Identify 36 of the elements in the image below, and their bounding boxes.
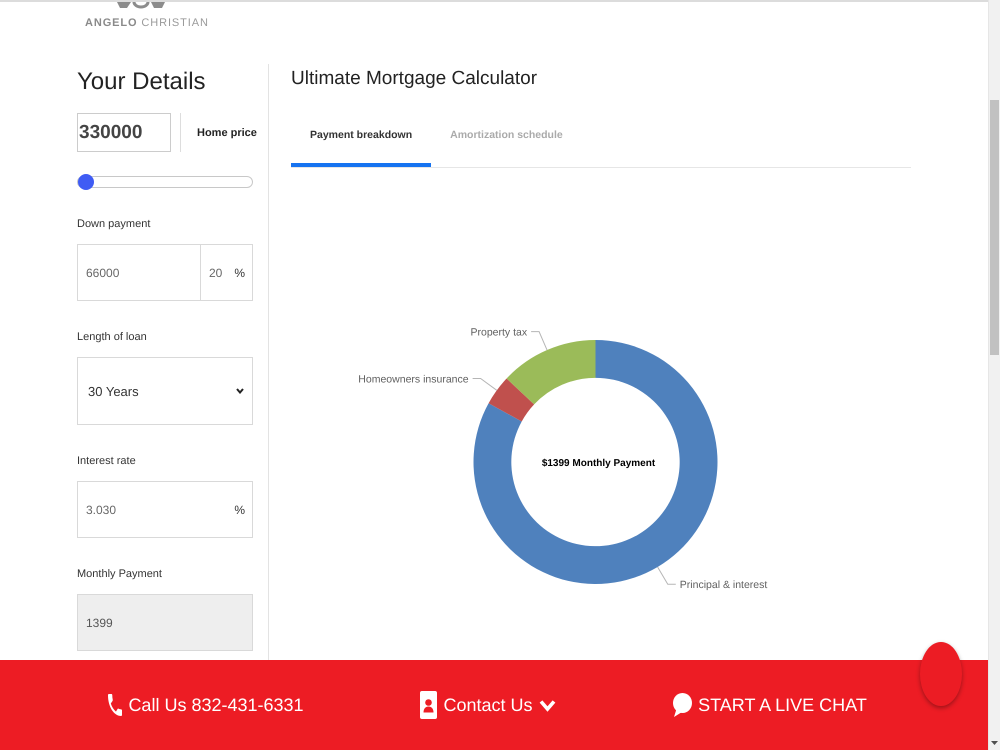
logo-text: ANGELO CHRISTIAN xyxy=(85,16,209,30)
scrollbar[interactable] xyxy=(988,0,1000,750)
leader-line xyxy=(657,566,676,585)
contact-button[interactable]: Contact Us xyxy=(420,691,556,719)
chevron-down-icon xyxy=(538,698,556,712)
logo-emblem xyxy=(115,2,167,10)
phone-icon xyxy=(108,694,122,716)
leader-line xyxy=(530,331,548,351)
down-payment-field[interactable]: 66000 xyxy=(77,244,201,301)
slider-thumb[interactable] xyxy=(78,174,94,190)
center-label: $1399 Monthly Payment xyxy=(542,458,656,469)
slice-label: Homeowners insurance xyxy=(358,374,469,386)
field-label: Interest rate xyxy=(77,454,136,469)
leader-line xyxy=(472,378,498,391)
scroll-down-icon[interactable] xyxy=(991,741,998,745)
slice-label: Principal & interest xyxy=(680,579,768,592)
live-chat-link[interactable]: START A LIVE CHAT xyxy=(673,693,867,717)
home-price-field[interactable]: 330000 xyxy=(77,113,171,152)
field-label: Home price xyxy=(197,126,257,138)
page-title: Ultimate Mortgage Calculator xyxy=(291,67,538,91)
loan-length-select[interactable]: 30 Years xyxy=(77,357,253,425)
field-label: Down payment xyxy=(77,217,150,232)
unit-label: % xyxy=(234,502,245,516)
floating-button[interactable] xyxy=(920,642,962,706)
unit-label: % xyxy=(234,266,245,280)
section-title: Your Details xyxy=(77,67,206,97)
contact-card-icon xyxy=(420,691,438,719)
chat-bubble-icon xyxy=(673,693,692,717)
chevron-down-icon xyxy=(236,388,244,394)
field-label: Length of loan xyxy=(77,330,147,345)
scrollbar-thumb[interactable] xyxy=(990,100,999,355)
slice-label: Property tax xyxy=(470,326,528,339)
tab[interactable]: Payment breakdown xyxy=(291,113,432,167)
field-label: Monthly Payment xyxy=(77,567,162,582)
slider-track[interactable] xyxy=(77,176,253,188)
call-link[interactable]: Call Us 832-431-6331 xyxy=(108,694,304,716)
